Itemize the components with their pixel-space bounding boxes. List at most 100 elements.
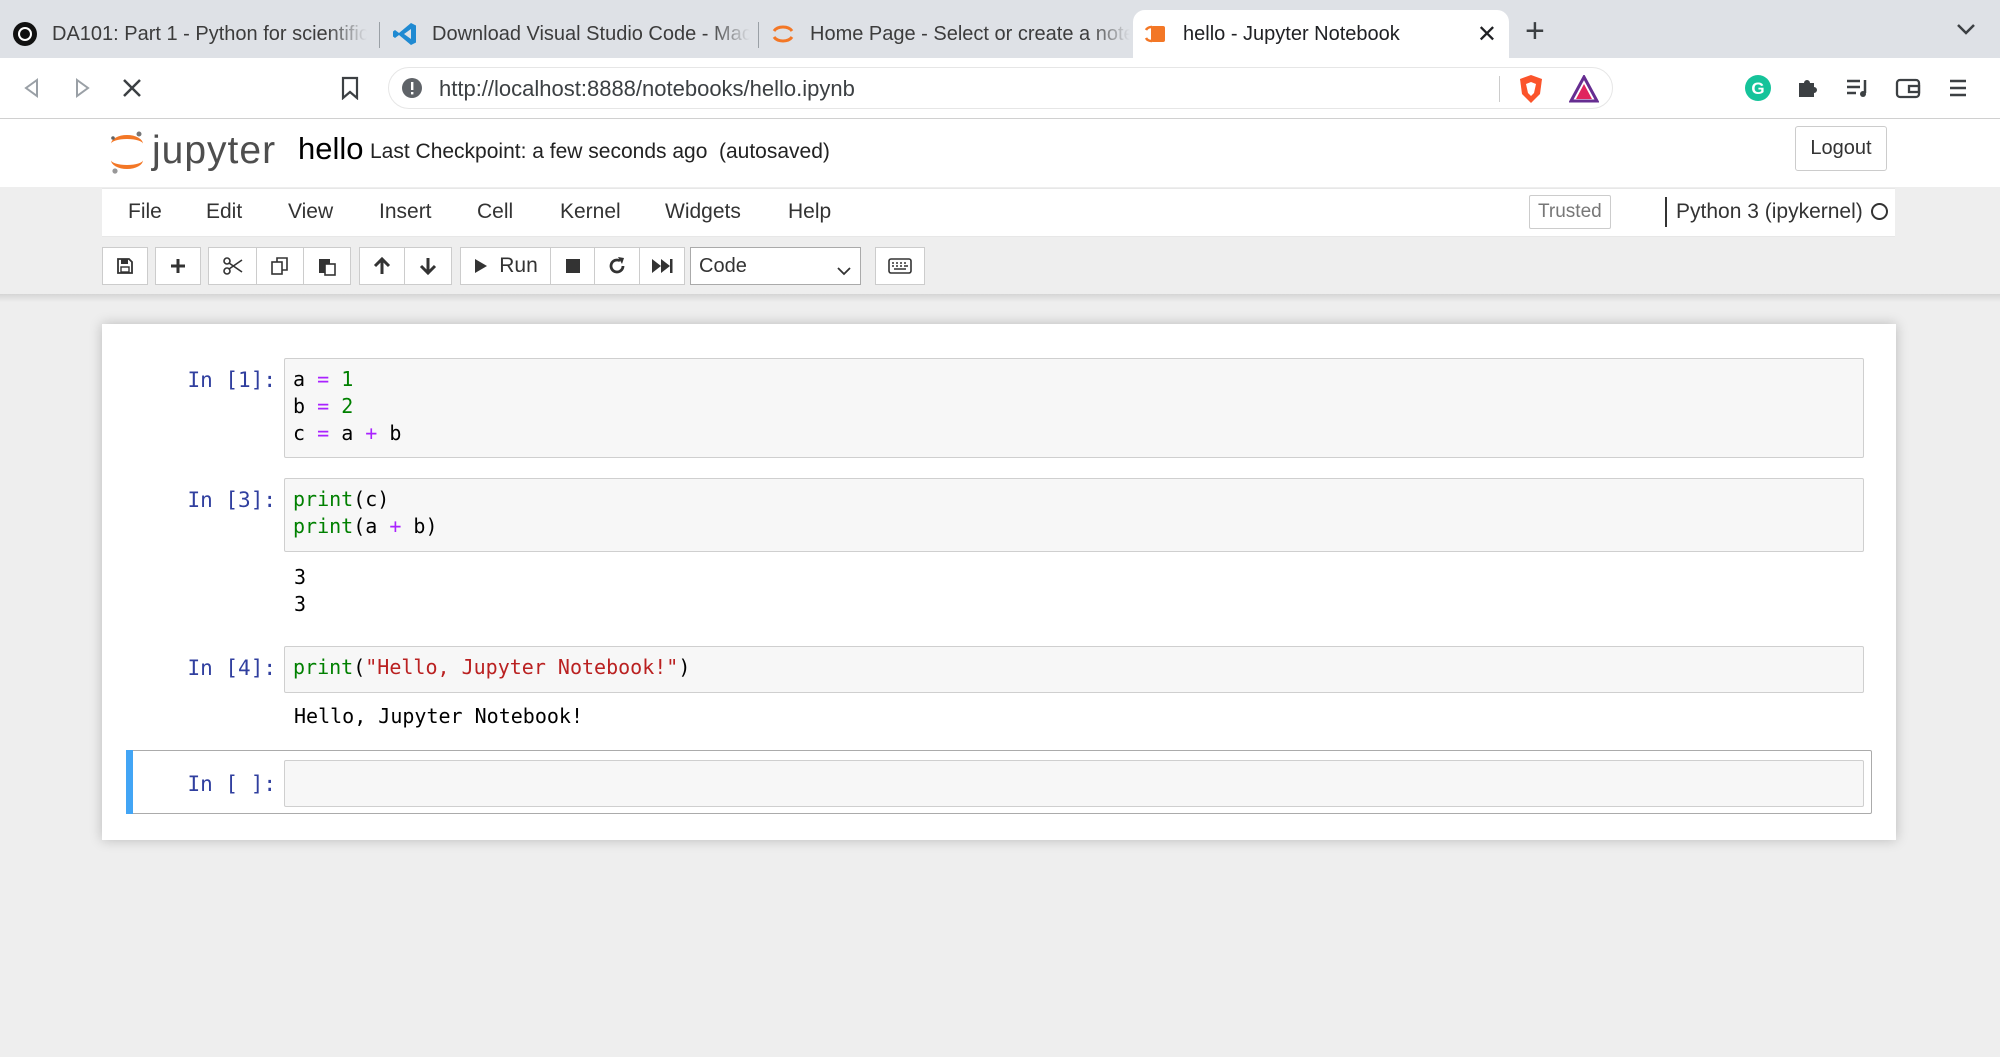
address-bar[interactable]: http://localhost:8888/notebooks/hello.ip… bbox=[388, 67, 1613, 109]
code-cell-input[interactable]: print(c) print(a + b) bbox=[284, 478, 1864, 552]
menu-icon[interactable] bbox=[1942, 72, 1974, 104]
code-line: b = 2 bbox=[293, 394, 353, 418]
cut-button[interactable] bbox=[208, 247, 257, 285]
github-icon bbox=[12, 21, 38, 47]
tab-title: Home Page - Select or create a note bbox=[810, 22, 1130, 45]
run-button[interactable]: Run bbox=[460, 247, 551, 285]
jupyter-logo-icon bbox=[111, 131, 143, 174]
fast-forward-icon bbox=[652, 259, 673, 273]
code-line: c = a + b bbox=[293, 421, 401, 445]
logout-button[interactable]: Logout bbox=[1795, 126, 1887, 171]
menubar: File Edit View Insert Cell Kernel Widget… bbox=[102, 188, 1895, 237]
menu-kernel[interactable]: Kernel bbox=[560, 200, 621, 224]
copy-icon bbox=[271, 257, 288, 275]
back-icon[interactable] bbox=[16, 72, 48, 104]
arrow-down-icon bbox=[419, 258, 437, 276]
cell-output-line: 3 bbox=[294, 565, 307, 589]
tab-vscode[interactable]: Download Visual Studio Code - Mac bbox=[392, 10, 750, 58]
menu-help[interactable]: Help bbox=[788, 200, 831, 224]
restart-run-all-button[interactable] bbox=[639, 247, 685, 285]
menu-insert[interactable]: Insert bbox=[379, 200, 432, 224]
code-token: c bbox=[293, 421, 306, 445]
plus-icon bbox=[171, 259, 185, 273]
keyboard-icon bbox=[888, 258, 912, 274]
move-down-button[interactable] bbox=[404, 247, 452, 285]
cell-output-line: Hello, Jupyter Notebook! bbox=[294, 704, 583, 728]
paste-icon bbox=[319, 259, 336, 276]
tab-da101[interactable]: DA101: Part 1 - Python for scientific bbox=[12, 10, 367, 58]
media-queue-icon[interactable] bbox=[1842, 72, 1874, 104]
code-token: ) bbox=[678, 655, 691, 679]
wallet-icon[interactable] bbox=[1892, 72, 1924, 104]
code-token: 2 bbox=[341, 394, 354, 418]
tab-title: Download Visual Studio Code - Mac bbox=[432, 22, 750, 45]
code-token: print bbox=[293, 487, 354, 511]
bookmark-icon[interactable] bbox=[334, 72, 366, 104]
extensions-icon[interactable] bbox=[1792, 72, 1824, 104]
chevron-down-icon[interactable] bbox=[1955, 22, 1977, 41]
url-text: http://localhost:8888/notebooks/hello.ip… bbox=[439, 76, 855, 101]
jupyter-logo-text: jupyter bbox=[152, 129, 277, 172]
site-info-icon[interactable] bbox=[401, 77, 423, 104]
code-token: b) bbox=[401, 514, 438, 538]
code-token: ( bbox=[353, 655, 366, 679]
paste-button[interactable] bbox=[303, 247, 351, 285]
close-icon[interactable]: ✕ bbox=[1477, 20, 1497, 49]
jupyter-icon bbox=[770, 21, 796, 47]
save-button[interactable] bbox=[102, 247, 148, 285]
new-tab-button[interactable]: + bbox=[1525, 14, 1545, 48]
menu-cell[interactable]: Cell bbox=[477, 200, 513, 224]
autosave-status: (autosaved) bbox=[719, 140, 830, 163]
run-label: Run bbox=[499, 254, 538, 277]
code-line: print(c) bbox=[293, 487, 389, 511]
grammarly-icon[interactable]: G bbox=[1742, 72, 1774, 104]
tab-title: DA101: Part 1 - Python for scientific bbox=[52, 22, 367, 45]
menu-file[interactable]: File bbox=[128, 200, 162, 224]
insert-cell-button[interactable] bbox=[155, 247, 201, 285]
checkpoint-status: Last Checkpoint: a few seconds ago bbox=[370, 140, 708, 163]
copy-button[interactable] bbox=[256, 247, 304, 285]
trusted-indicator[interactable]: Trusted bbox=[1529, 195, 1611, 229]
menu-widgets[interactable]: Widgets bbox=[665, 200, 741, 224]
code-token: 1 bbox=[341, 367, 354, 391]
cell-type-value: Code bbox=[699, 254, 747, 277]
move-up-button[interactable] bbox=[359, 247, 405, 285]
kernel-idle-indicator-icon bbox=[1871, 203, 1888, 220]
stop-loading-icon[interactable] bbox=[116, 72, 148, 104]
brave-rewards-icon[interactable] bbox=[1568, 73, 1600, 108]
code-cell-input[interactable]: print("Hello, Jupyter Notebook!") bbox=[284, 646, 1864, 693]
command-palette-button[interactable] bbox=[875, 247, 925, 285]
kernel-separator bbox=[1665, 197, 1667, 227]
cell-prompt: In [4]: bbox=[187, 656, 276, 680]
browser-tab-strip: DA101: Part 1 - Python for scientific Do… bbox=[0, 0, 2000, 58]
code-token: = bbox=[317, 367, 330, 391]
stop-icon bbox=[566, 259, 580, 273]
arrow-up-icon bbox=[373, 256, 391, 274]
brave-shield-icon[interactable] bbox=[1517, 74, 1545, 109]
play-icon bbox=[475, 259, 488, 273]
code-cell-input[interactable]: a = 1 b = 2 c = a + b bbox=[284, 358, 1864, 458]
menu-edit[interactable]: Edit bbox=[206, 200, 242, 224]
notebook-name[interactable]: hello bbox=[298, 131, 364, 167]
cell-type-select[interactable]: Code bbox=[690, 247, 861, 285]
restart-icon bbox=[609, 257, 625, 274]
jupyter-notebook-icon bbox=[1143, 21, 1169, 47]
forward-icon[interactable] bbox=[66, 72, 98, 104]
jupyter-logo[interactable]: jupyter bbox=[108, 127, 276, 175]
kernel-name: Python 3 (ipykernel) bbox=[1676, 200, 1863, 223]
vscode-icon bbox=[392, 21, 418, 47]
tab-jupyter-home[interactable]: Home Page - Select or create a note bbox=[770, 10, 1130, 58]
code-cell-input[interactable] bbox=[284, 760, 1864, 807]
code-token: (a bbox=[353, 514, 390, 538]
code-token: = bbox=[317, 394, 330, 418]
restart-kernel-button[interactable] bbox=[594, 247, 640, 285]
code-line: print(a + b) bbox=[293, 514, 438, 538]
tab-title: hello - Jupyter Notebook bbox=[1183, 22, 1400, 45]
interrupt-kernel-button[interactable] bbox=[550, 247, 596, 285]
menu-view[interactable]: View bbox=[288, 200, 333, 224]
tab-hello-notebook[interactable]: hello - Jupyter Notebook ✕ bbox=[1133, 10, 1509, 58]
